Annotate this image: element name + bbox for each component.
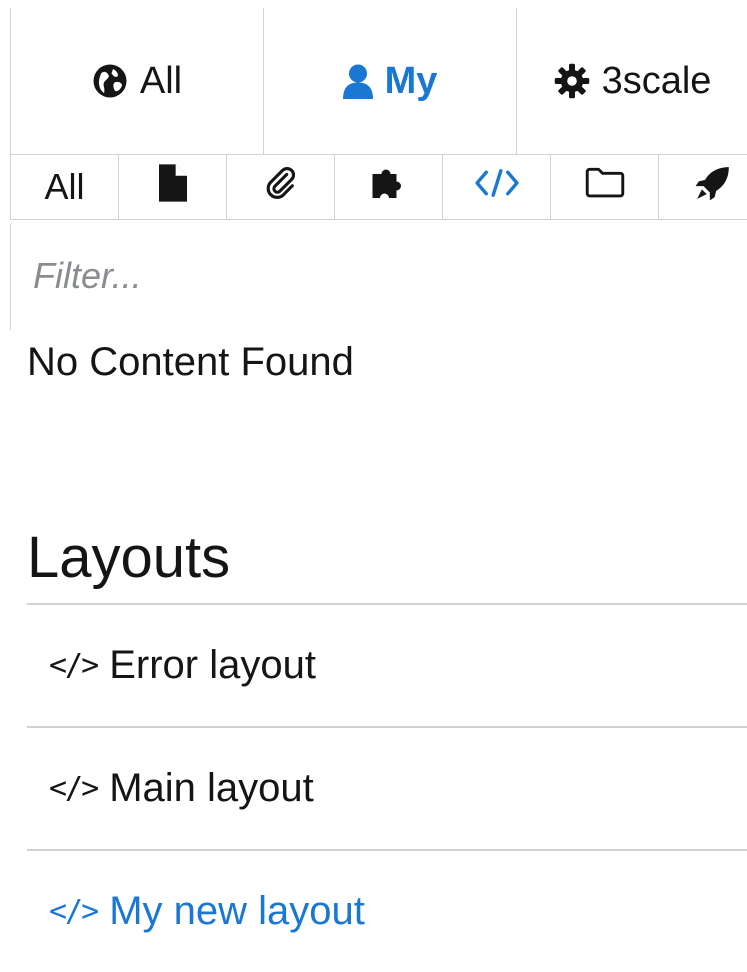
layouts-list: </> Error layout </> Main layout </> My … bbox=[27, 603, 747, 972]
rocket-icon bbox=[694, 164, 732, 211]
filter-field-container bbox=[10, 222, 747, 330]
layout-item-label: Error layout bbox=[109, 643, 316, 687]
user-icon bbox=[342, 63, 373, 99]
type-tab-layouts[interactable] bbox=[443, 155, 551, 219]
paperclip-icon bbox=[264, 164, 298, 211]
layouts-heading: Layouts bbox=[27, 525, 231, 590]
type-tab-sections[interactable] bbox=[551, 155, 659, 219]
layout-item-my-new[interactable]: </> My new layout bbox=[27, 849, 747, 972]
type-tab-all-label: All bbox=[44, 166, 85, 207]
layout-item-main[interactable]: </> Main layout bbox=[27, 726, 747, 849]
no-content-message: No Content Found bbox=[27, 340, 354, 384]
tab-all-label: All bbox=[139, 59, 183, 102]
tab-my-label: My bbox=[384, 59, 438, 102]
code-icon: </> bbox=[49, 894, 99, 929]
tab-my[interactable]: My bbox=[264, 8, 517, 154]
type-tab-all[interactable]: All bbox=[11, 155, 119, 219]
type-filter-tabs: All bbox=[10, 154, 747, 220]
file-icon bbox=[158, 163, 187, 211]
filter-input[interactable] bbox=[11, 222, 747, 330]
code-icon: </> bbox=[49, 771, 99, 806]
type-tab-pages[interactable] bbox=[119, 155, 227, 219]
layout-item-label: My new layout bbox=[109, 889, 365, 933]
layout-item-label: Main layout bbox=[109, 766, 314, 810]
folder-icon bbox=[584, 166, 626, 209]
layout-item-error[interactable]: </> Error layout bbox=[27, 603, 747, 726]
type-tab-partials[interactable] bbox=[335, 155, 443, 219]
tab-3scale-label: 3scale bbox=[601, 59, 712, 102]
type-tab-portlets[interactable] bbox=[659, 155, 747, 219]
type-tab-files[interactable] bbox=[227, 155, 335, 219]
gear-icon bbox=[554, 63, 590, 99]
puzzle-icon bbox=[369, 165, 409, 210]
tab-all[interactable]: All bbox=[11, 8, 264, 154]
scope-tabs: All My 3scale bbox=[10, 8, 747, 154]
tab-3scale[interactable]: 3scale bbox=[517, 8, 747, 154]
code-icon: </> bbox=[49, 648, 99, 683]
globe-icon bbox=[92, 63, 128, 99]
code-icon bbox=[474, 166, 520, 208]
